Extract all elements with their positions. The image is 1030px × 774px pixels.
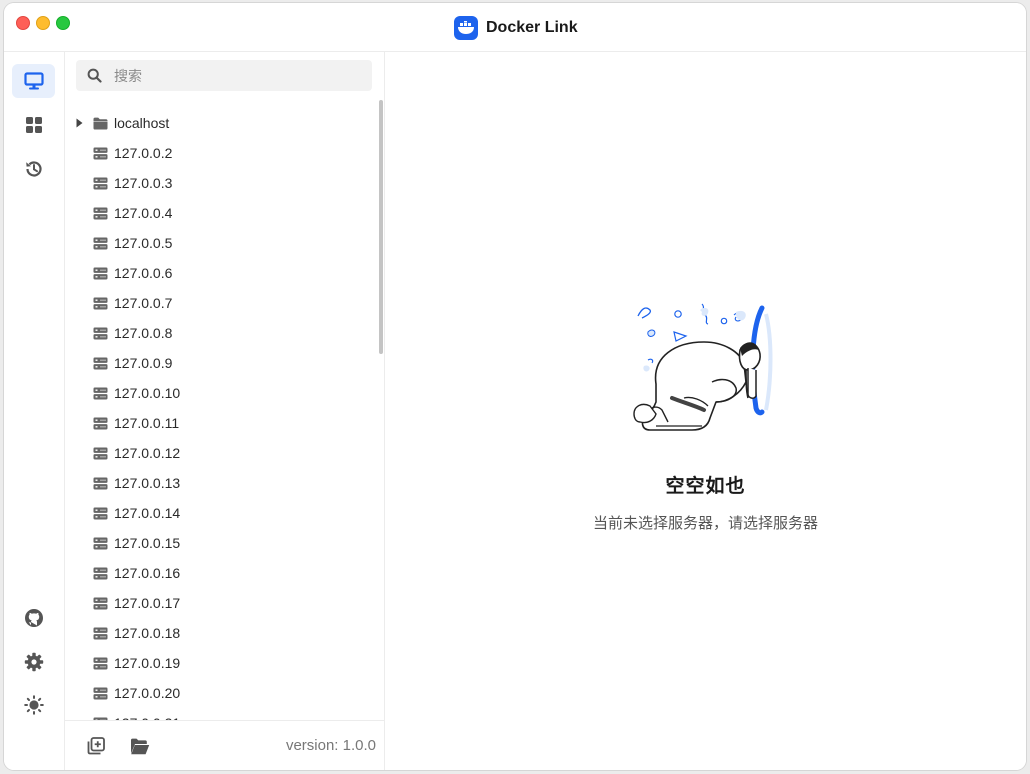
server-item[interactable]: 127.0.0.6 xyxy=(65,258,377,288)
server-item[interactable]: 127.0.0.4 xyxy=(65,198,377,228)
history-icon xyxy=(25,161,42,177)
close-window-button[interactable] xyxy=(16,16,30,30)
github-icon xyxy=(24,609,43,627)
server-icon xyxy=(93,236,109,250)
empty-state-subtitle: 当前未选择服务器，请选择服务器 xyxy=(592,515,818,532)
sun-icon xyxy=(23,695,44,715)
server-item[interactable]: 127.0.0.14 xyxy=(65,498,377,528)
title-bar: Docker Link xyxy=(4,3,1026,52)
gear-icon xyxy=(24,652,43,672)
caret-right-icon[interactable] xyxy=(76,118,86,128)
server-item-label: 127.0.0.2 xyxy=(114,145,173,161)
zoom-window-button[interactable] xyxy=(56,16,70,30)
settings-button[interactable] xyxy=(12,645,55,679)
search-input[interactable] xyxy=(112,66,356,85)
nav-servers-button[interactable] xyxy=(12,64,55,98)
server-item[interactable]: 127.0.0.16 xyxy=(65,558,377,588)
server-item[interactable]: 127.0.0.13 xyxy=(65,468,377,498)
server-item-label: 127.0.0.12 xyxy=(114,445,181,461)
server-item-label: 127.0.0.6 xyxy=(114,265,173,281)
nav-rail xyxy=(4,52,65,770)
server-icon xyxy=(93,326,109,340)
window-title: Docker Link xyxy=(454,15,578,41)
server-item-label: 127.0.0.3 xyxy=(114,175,173,191)
server-tree: localhost 127.0.0.2 127.0.0.3 127.0.0.4 127… xyxy=(65,108,377,720)
version-label: version: 1.0.0 xyxy=(285,737,376,754)
server-item[interactable]: 127.0.0.2 xyxy=(65,138,377,168)
server-icon xyxy=(93,386,109,400)
server-icon xyxy=(93,266,109,280)
folder-icon xyxy=(93,116,109,130)
server-item[interactable]: 127.0.0.20 xyxy=(65,678,377,708)
server-icon xyxy=(93,416,109,430)
main-content: 空空如也 当前未选择服务器，请选择服务器 xyxy=(385,52,1026,770)
empty-state-illustration xyxy=(633,303,773,431)
server-item-label: 127.0.0.20 xyxy=(114,685,181,701)
server-item[interactable]: 127.0.0.11 xyxy=(65,408,377,438)
server-item-label: 127.0.0.4 xyxy=(114,205,173,221)
monitor-icon xyxy=(23,72,44,90)
server-icon xyxy=(93,356,109,370)
server-item-label: 127.0.0.9 xyxy=(114,355,173,371)
server-icon xyxy=(93,296,109,310)
server-item-label: 127.0.0.10 xyxy=(114,385,181,401)
server-icon xyxy=(93,146,109,160)
nav-dashboard-button[interactable] xyxy=(12,108,55,142)
app-window: Docker Link 搜索 localhost 127.0.0.2 127.0… xyxy=(4,3,1026,770)
server-item[interactable]: 127.0.0.12 xyxy=(65,438,377,468)
sidebar-scrollbar[interactable] xyxy=(379,100,383,354)
server-icon xyxy=(93,626,109,640)
server-item-label: 127.0.0.8 xyxy=(114,325,173,341)
dashboard-grid-icon xyxy=(25,117,42,133)
server-item[interactable]: 127.0.0.17 xyxy=(65,588,377,618)
github-button[interactable] xyxy=(12,601,55,635)
server-item[interactable]: 127.0.0.19 xyxy=(65,648,377,678)
server-icon xyxy=(93,566,109,580)
server-item[interactable]: 127.0.0.8 xyxy=(65,318,377,348)
server-item[interactable]: 127.0.0.3 xyxy=(65,168,377,198)
open-folder-icon xyxy=(131,738,150,754)
search-box[interactable] xyxy=(76,60,372,91)
minimize-window-button[interactable] xyxy=(36,16,50,30)
server-icon xyxy=(93,176,109,190)
add-server-button[interactable] xyxy=(85,735,107,757)
sidebar-footer: version: 1.0.0 xyxy=(65,720,384,770)
server-item[interactable]: 127.0.0.10 xyxy=(65,378,377,408)
theme-toggle-button[interactable] xyxy=(12,688,55,722)
server-item[interactable]: 127.0.0.7 xyxy=(65,288,377,318)
server-item-label: 127.0.0.7 xyxy=(114,295,173,311)
tree-group-localhost[interactable]: localhost xyxy=(65,108,377,138)
server-item-label: 127.0.0.19 xyxy=(114,655,181,671)
server-item-label: 127.0.0.18 xyxy=(114,625,181,641)
nav-history-button[interactable] xyxy=(12,152,55,186)
server-icon xyxy=(93,596,109,610)
server-item-label: 127.0.0.11 xyxy=(114,415,180,431)
server-icon xyxy=(93,686,109,700)
empty-state-title: 空空如也 xyxy=(665,476,746,497)
server-item-label: 127.0.0.16 xyxy=(114,565,181,581)
server-icon xyxy=(93,206,109,220)
open-folder-button[interactable] xyxy=(129,735,151,757)
server-icon xyxy=(93,446,109,460)
server-item-label: 127.0.0.14 xyxy=(114,505,181,521)
docker-logo-icon xyxy=(454,16,478,40)
server-item-label: 127.0.0.17 xyxy=(114,595,181,611)
server-item-label: 127.0.0.5 xyxy=(114,235,173,251)
server-icon xyxy=(93,476,109,490)
server-item[interactable]: 127.0.0.9 xyxy=(65,348,377,378)
server-sidebar: localhost 127.0.0.2 127.0.0.3 127.0.0.4 127… xyxy=(65,52,385,770)
server-item[interactable]: 127.0.0.15 xyxy=(65,528,377,558)
server-item-label: 127.0.0.13 xyxy=(114,475,181,491)
server-icon xyxy=(93,506,109,520)
server-icon xyxy=(93,536,109,550)
app-title: Docker Link xyxy=(486,19,578,36)
server-item[interactable]: 127.0.0.18 xyxy=(65,618,377,648)
add-server-icon xyxy=(87,737,105,755)
server-item[interactable]: 127.0.0.5 xyxy=(65,228,377,258)
server-icon xyxy=(93,656,109,670)
server-item[interactable]: 127.0.0.21 xyxy=(65,708,377,720)
search-icon xyxy=(87,68,103,84)
tree-group-label: localhost xyxy=(114,115,170,131)
server-item-label: 127.0.0.15 xyxy=(114,535,181,551)
